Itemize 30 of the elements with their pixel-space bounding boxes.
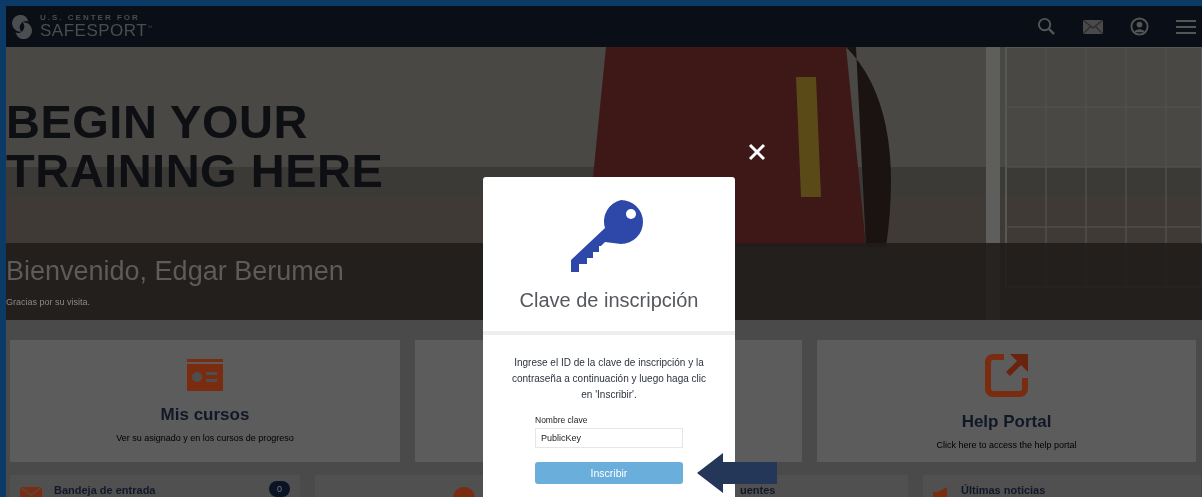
search-icon[interactable]: [1037, 17, 1056, 36]
dashboard-card[interactable]: Bandeja de entrada 0: [10, 475, 300, 497]
card-title: Bandeja de entrada: [54, 484, 156, 496]
id-card-icon: [187, 359, 223, 391]
dashboard-card[interactable]: Últimas noticias: [923, 475, 1201, 497]
tile-title: Mis cursos: [160, 405, 250, 425]
welcome-heading: Bienvenido, Edgar Berumen: [6, 256, 344, 287]
card-title: uentes: [740, 484, 776, 496]
mail-icon: [20, 487, 42, 497]
profile-icon[interactable]: [1130, 17, 1149, 36]
card-title: Últimas noticias: [961, 484, 1046, 496]
field-label: Nombre clave: [535, 415, 588, 425]
logo-tagline: U.S. CENTER FOR: [40, 14, 141, 22]
dialog-title: Clave de inscripción: [519, 289, 699, 312]
external-link-icon: [983, 352, 1030, 398]
mail-icon[interactable]: [1083, 19, 1103, 34]
enroll-button[interactable]: Inscribir: [535, 462, 683, 484]
dialog-instructions: Ingrese el ID de la clave de inscripción y la contraseña a continuación y luego haga clic en 'Inscribir'.: [511, 356, 707, 402]
tile-title: Help Portal: [961, 412, 1052, 432]
count-badge: 0: [269, 481, 290, 497]
tile-card[interactable]: Help Portal Click here to access the help portal: [817, 340, 1196, 462]
key-name-field[interactable]: PublicKey: [535, 428, 683, 448]
tile-card[interactable]: Mis cursos Ver su asignado y en los cursos de progreso: [10, 340, 400, 462]
menu-icon[interactable]: [1176, 18, 1196, 35]
tile-description: Click here to access the help portal: [936, 440, 1077, 450]
welcome-subtitle: Gracias por su visita.: [6, 297, 91, 307]
hero-headline: BEGIN YOUR TRAINING HERE: [6, 97, 384, 196]
close-icon[interactable]: [748, 143, 766, 161]
logo-wordmark: SAFESPORT$^{™}$: [40, 22, 153, 39]
tile-description: Ver su asignado y en los cursos de progreso: [116, 433, 294, 443]
